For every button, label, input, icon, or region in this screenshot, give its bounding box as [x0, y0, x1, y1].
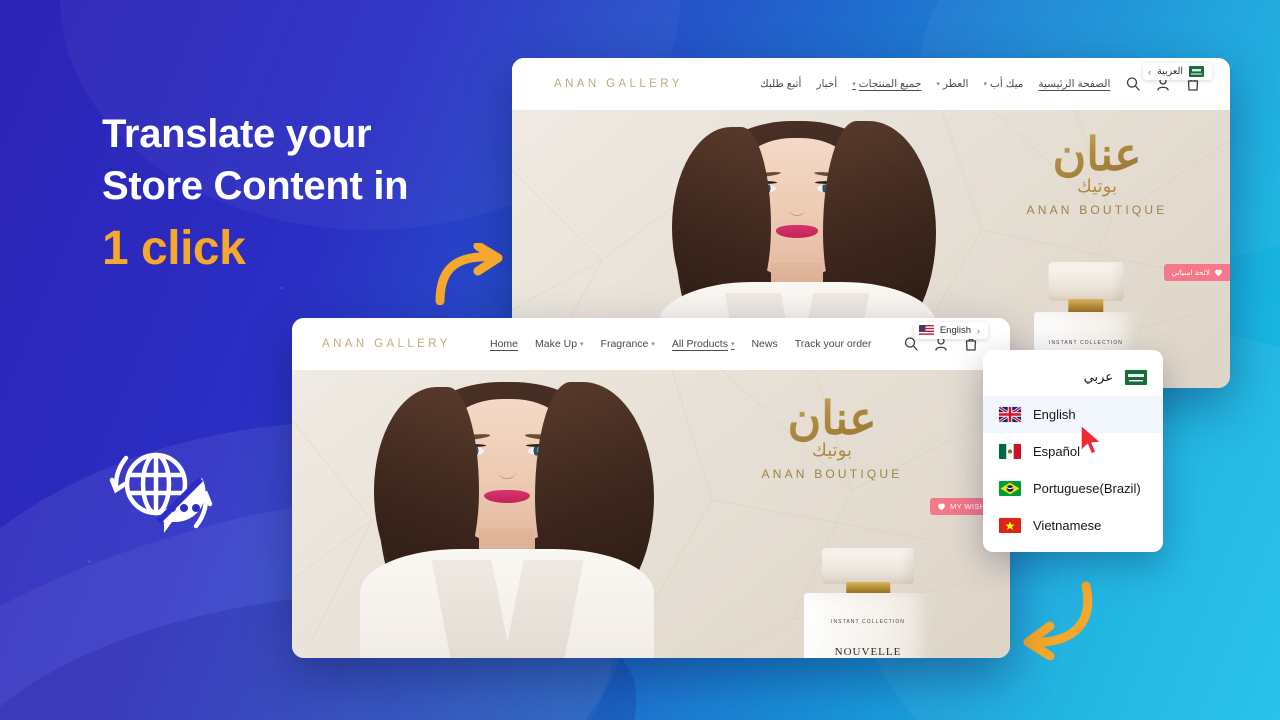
search-icon[interactable] — [1126, 77, 1140, 92]
chevron-down-icon: ▾ — [936, 81, 940, 88]
united-kingdom-flag — [999, 407, 1021, 422]
language-selector-arabic[interactable]: العربية › — [1143, 63, 1212, 80]
chevron-down-icon: ▾ — [852, 81, 856, 88]
product-bottle-english: INSTANT COLLECTION NOUVELLE RENCONTRE — [804, 548, 932, 658]
mouse-cursor — [1079, 424, 1105, 456]
headline-line-2: Store Content in — [102, 164, 409, 208]
nav-link-label: الصفحة الرئيسية — [1038, 78, 1111, 90]
vietnam-flag — [999, 518, 1021, 533]
nav-link[interactable]: ميك أب ▾ — [983, 78, 1023, 90]
chevron-right-icon: › — [977, 325, 980, 336]
hero-model-photo-english — [332, 370, 682, 658]
calligraphy-latin: ANAN BOUTIQUE — [1026, 203, 1168, 217]
saudi-arabia-flag — [1125, 369, 1147, 385]
language-option-label: Vietnamese — [1033, 518, 1102, 533]
store-hero-english: عنان بوتيك ANAN BOUTIQUE MY WISHLIST INS… — [292, 370, 1010, 658]
calligraphy-main: عنان — [732, 390, 932, 446]
product-name-english: NOUVELLE RENCONTRE — [834, 645, 902, 658]
calligraphy-latin: ANAN BOUTIQUE — [761, 467, 903, 481]
wishlist-badge-arabic[interactable]: لائحة امنياتي — [1164, 264, 1230, 281]
store-nav-english: Home Make Up ▾ Fragrance ▾ All Products ▾ News T… — [490, 338, 871, 350]
language-selector-english[interactable]: English › — [913, 322, 988, 339]
nav-link[interactable]: أتبع طلبك — [760, 78, 801, 90]
calligraphy-sub: بوتيك — [812, 440, 852, 460]
nav-link[interactable]: Fragrance ▾ — [601, 338, 655, 350]
nav-link[interactable]: الصفحة الرئيسية — [1038, 78, 1110, 90]
language-selector-english-label: English — [939, 325, 971, 336]
nav-link-label: ميك أب — [990, 78, 1024, 90]
hero-calligraphy-english: عنان بوتيك ANAN BOUTIQUE — [732, 390, 932, 481]
heart-icon — [1215, 269, 1222, 277]
nav-link[interactable]: جميع المنتجات ▾ — [852, 78, 921, 90]
brazil-flag — [999, 481, 1021, 496]
curved-arrow-down-left-icon — [1010, 578, 1108, 661]
store-topbar-arabic: ANAN GALLERY الصفحة الرئيسية ميك أب ▾ العطر… — [512, 58, 1230, 110]
nav-link[interactable]: Home — [490, 338, 518, 350]
nav-link[interactable]: All Products ▾ — [672, 338, 735, 350]
mexico-flag — [999, 444, 1021, 459]
nav-link-label: News — [751, 338, 778, 350]
nav-link-label: Home — [490, 338, 519, 350]
language-dropdown[interactable]: عربي English Español Portuguese(Brazil) Viet… — [983, 350, 1163, 552]
nav-link[interactable]: أخبار — [816, 78, 837, 90]
language-option-english[interactable]: English — [983, 396, 1163, 433]
nav-link[interactable]: News — [751, 338, 777, 350]
chevron-right-icon: › — [1148, 66, 1152, 77]
chevron-down-icon: ▾ — [651, 341, 655, 348]
nav-link[interactable]: العطر ▾ — [936, 78, 968, 90]
nav-link-label: All Products — [671, 338, 728, 350]
saudi-arabia-flag — [1189, 66, 1204, 77]
nav-link-label: جميع المنتجات — [858, 78, 922, 90]
store-logo-arabic[interactable]: ANAN GALLERY — [554, 78, 683, 90]
globe-translate-icon — [98, 436, 224, 548]
language-option-[interactable]: عربي — [983, 358, 1163, 396]
nav-link-label: Fragrance — [600, 338, 649, 350]
nav-link-label: العطر — [942, 78, 969, 90]
promo-banner: Translate your Store Content in 1 click — [0, 0, 1280, 720]
nav-link-label: أتبع طلبك — [760, 78, 802, 90]
language-selector-arabic-label: العربية — [1157, 66, 1183, 77]
nav-link[interactable]: Track your order — [795, 338, 872, 350]
chevron-down-icon: ▾ — [983, 81, 987, 88]
curved-arrow-right-icon — [432, 241, 510, 306]
language-option-label: عربي — [1083, 369, 1113, 384]
language-option-label: English — [1033, 407, 1076, 422]
store-window-english[interactable]: English › ANAN GALLERY Home Make Up ▾ Fragr… — [292, 318, 1010, 658]
language-option-portuguese-brazil[interactable]: Portuguese(Brazil) — [983, 470, 1163, 507]
store-nav-arabic: الصفحة الرئيسية ميك أب ▾ العطر ▾ جميع المنتجا… — [760, 78, 1110, 90]
product-collection-label-arabic: INSTANT COLLECTION — [1048, 340, 1124, 347]
language-option-espa-ol[interactable]: Español — [983, 433, 1163, 470]
product-collection-label-english: INSTANT COLLECTION — [830, 619, 906, 626]
chevron-down-icon: ▾ — [580, 341, 584, 348]
calligraphy-main: عنان — [1002, 126, 1192, 182]
heart-icon — [938, 503, 945, 511]
nav-link[interactable]: Make Up ▾ — [535, 338, 584, 350]
store-topbar-english: ANAN GALLERY Home Make Up ▾ Fragrance ▾ All P… — [292, 318, 1010, 370]
united-states-flag — [918, 325, 934, 336]
nav-link-label: أخبار — [816, 78, 838, 90]
chevron-down-icon: ▾ — [730, 341, 735, 348]
language-option-label: Español — [1033, 444, 1080, 459]
headline-line-1: Translate your — [102, 112, 372, 156]
nav-link-label: Track your order — [794, 338, 872, 350]
hero-calligraphy-arabic: عنان بوتيك ANAN BOUTIQUE — [1002, 126, 1192, 217]
language-option-label: Portuguese(Brazil) — [1033, 481, 1141, 496]
nav-link-label: Make Up — [535, 338, 578, 350]
calligraphy-sub: بوتيك — [1077, 176, 1117, 196]
store-logo-english[interactable]: ANAN GALLERY — [322, 338, 451, 350]
language-option-vietnamese[interactable]: Vietnamese — [983, 507, 1163, 544]
wishlist-badge-arabic-label: لائحة امنياتي — [1171, 268, 1210, 277]
